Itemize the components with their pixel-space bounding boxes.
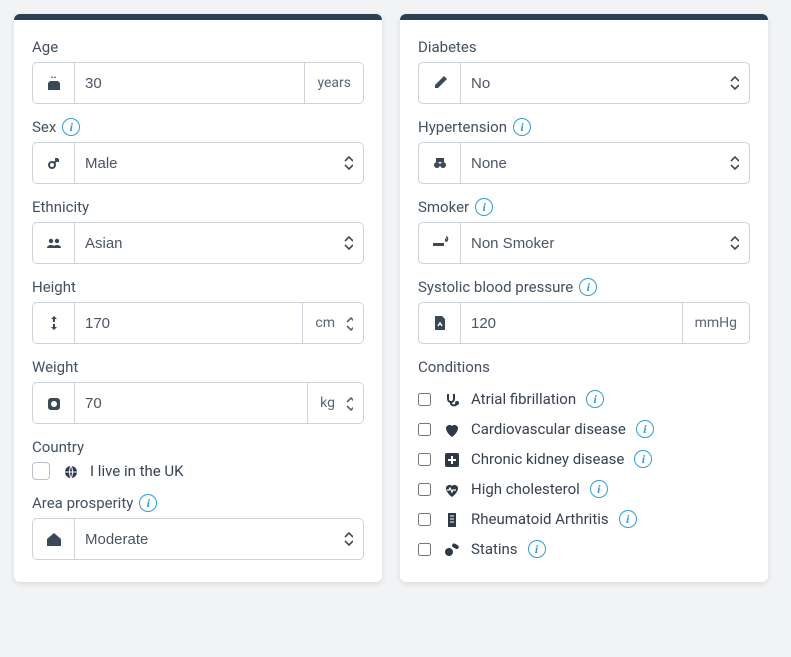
sbp-label: Systolic blood pressure [418, 278, 573, 296]
condition-row: Rheumatoid Arthritis i [418, 510, 750, 528]
home-icon [33, 519, 75, 559]
country-label: Country [32, 438, 84, 456]
chart-file-icon [419, 303, 461, 343]
field-area: Area prosperity i Moderate [32, 494, 364, 560]
field-conditions: Conditions Atrial fibrillation i Cardiov… [418, 358, 750, 558]
hypertension-select[interactable]: None [461, 143, 749, 183]
info-icon[interactable]: i [513, 118, 531, 136]
field-ethnicity: Ethnicity Asian [32, 198, 364, 264]
syringe-icon [419, 63, 461, 103]
field-age: Age years [32, 38, 364, 104]
uk-label: I live in the UK [90, 462, 184, 480]
cake-icon [33, 63, 75, 103]
left-card: Age years Sex i Male [14, 14, 382, 582]
condition-label: Chronic kidney disease [471, 450, 624, 468]
binoculars-icon [419, 143, 461, 183]
age-label: Age [32, 38, 58, 56]
condition-row: Chronic kidney disease i [418, 450, 750, 468]
hypertension-label: Hypertension [418, 118, 507, 136]
height-input[interactable] [75, 303, 302, 343]
info-icon[interactable]: i [528, 540, 546, 558]
condition-label: Atrial fibrillation [471, 390, 576, 408]
sex-icon [33, 143, 75, 183]
ethnicity-label: Ethnicity [32, 198, 89, 216]
condition-checkbox[interactable] [418, 513, 431, 526]
height-unit-select[interactable]: cm [302, 303, 363, 343]
field-hypertension: Hypertension i None [418, 118, 750, 184]
sbp-unit: mmHg [682, 303, 749, 343]
condition-label: Rheumatoid Arthritis [471, 510, 609, 528]
info-icon[interactable]: i [62, 118, 80, 136]
conditions-list: Atrial fibrillation i Cardiovascular dis… [418, 390, 750, 558]
condition-label: High cholesterol [471, 480, 580, 498]
pills-icon [441, 540, 461, 558]
ethnicity-select[interactable]: Asian [75, 223, 363, 263]
condition-row: Statins i [418, 540, 750, 558]
age-unit: years [304, 63, 363, 103]
smoker-label: Smoker [418, 198, 469, 216]
condition-label: Cardiovascular disease [471, 420, 626, 438]
field-weight: Weight kg [32, 358, 364, 424]
info-icon[interactable]: i [139, 494, 157, 512]
arrows-vertical-icon [33, 303, 75, 343]
info-icon[interactable]: i [579, 278, 597, 296]
weight-input[interactable] [75, 383, 307, 423]
smoker-select[interactable]: Non Smoker [461, 223, 749, 263]
field-diabetes: Diabetes No [418, 38, 750, 104]
heart-icon [441, 420, 461, 438]
form-columns: Age years Sex i Male [14, 14, 777, 582]
sex-label: Sex [32, 118, 56, 136]
height-label: Height [32, 278, 76, 296]
condition-row: Atrial fibrillation i [418, 390, 750, 408]
diabetes-label: Diabetes [418, 38, 477, 56]
diabetes-select[interactable]: No [461, 63, 749, 103]
condition-checkbox[interactable] [418, 453, 431, 466]
smoking-icon [419, 223, 461, 263]
info-icon[interactable]: i [634, 450, 652, 468]
condition-checkbox[interactable] [418, 483, 431, 496]
info-icon[interactable]: i [619, 510, 637, 528]
info-icon[interactable]: i [590, 480, 608, 498]
weight-label: Weight [32, 358, 78, 376]
uk-checkbox[interactable] [32, 462, 50, 480]
globe-icon [60, 462, 80, 480]
stethoscope-icon [441, 390, 461, 408]
condition-checkbox[interactable] [418, 543, 431, 556]
field-height: Height cm [32, 278, 364, 344]
conditions-label: Conditions [418, 358, 490, 376]
field-smoker: Smoker i Non Smoker [418, 198, 750, 264]
area-label: Area prosperity [32, 494, 133, 512]
info-icon[interactable]: i [586, 390, 604, 408]
field-sex: Sex i Male [32, 118, 364, 184]
field-country: Country I live in the UK [32, 438, 364, 480]
field-sbp: Systolic blood pressure i mmHg [418, 278, 750, 344]
heartbeat-icon [441, 480, 461, 498]
users-icon [33, 223, 75, 263]
condition-label: Statins [471, 540, 518, 558]
sex-select[interactable]: Male [75, 143, 363, 183]
info-icon[interactable]: i [475, 198, 493, 216]
condition-row: Cardiovascular disease i [418, 420, 750, 438]
right-card: Diabetes No Hypertension i N [400, 14, 768, 582]
info-icon[interactable]: i [636, 420, 654, 438]
weight-unit-select[interactable]: kg [307, 383, 363, 423]
scale-icon [33, 383, 75, 423]
clinic-icon [441, 450, 461, 468]
condition-checkbox[interactable] [418, 423, 431, 436]
condition-row: High cholesterol i [418, 480, 750, 498]
sbp-input[interactable] [461, 303, 682, 343]
age-input[interactable] [75, 63, 304, 103]
xray-icon [441, 510, 461, 528]
area-select[interactable]: Moderate [75, 519, 363, 559]
condition-checkbox[interactable] [418, 393, 431, 406]
